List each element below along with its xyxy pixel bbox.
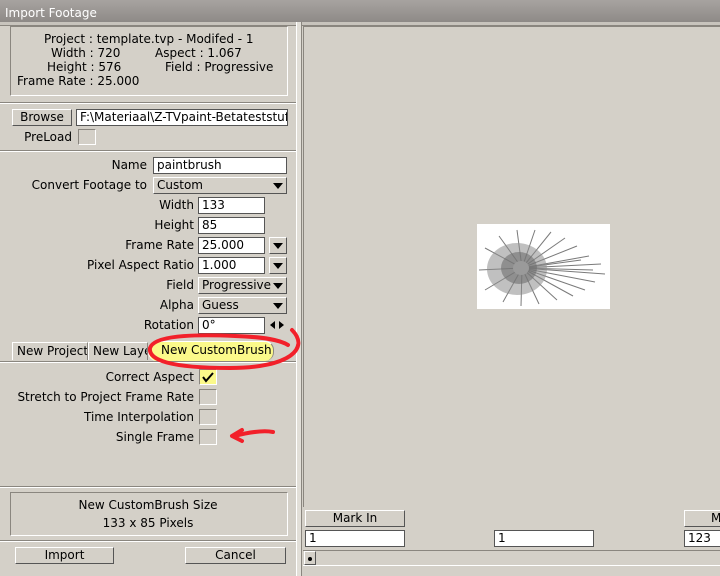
- stretch-frame-rate-checkbox[interactable]: [199, 389, 217, 405]
- pixel-aspect-input[interactable]: 1.000: [198, 257, 265, 274]
- window-titlebar: Import Footage: [0, 0, 720, 22]
- paintbrush-thumbnail: [478, 229, 606, 307]
- frame-rate-dropdown[interactable]: [269, 237, 287, 254]
- pixel-aspect-label: Pixel Aspect Ratio: [87, 258, 194, 272]
- brush-preview: [477, 224, 610, 309]
- project-frame-rate: Frame Rate : 25.000: [17, 74, 140, 88]
- annotation-ellipse: [147, 328, 301, 371]
- chevron-down-icon: [273, 303, 283, 309]
- chevron-down-icon: [273, 263, 283, 269]
- window-title: Import Footage: [5, 6, 97, 20]
- field-select[interactable]: Progressive: [198, 277, 287, 294]
- project-height: Height : 576: [47, 60, 122, 74]
- mark-out-button[interactable]: M: [684, 510, 720, 527]
- alpha-label: Alpha: [159, 298, 194, 312]
- divider: [0, 102, 296, 104]
- mark-out-input[interactable]: 123: [684, 530, 720, 547]
- alpha-value: Guess: [202, 298, 239, 312]
- browse-button[interactable]: Browse: [12, 109, 72, 126]
- name-label: Name: [111, 158, 147, 172]
- cancel-button[interactable]: Cancel: [185, 547, 286, 564]
- chevron-down-icon: [273, 283, 283, 289]
- width-input[interactable]: 133: [198, 197, 265, 214]
- tab-new-layer[interactable]: New Layer: [88, 342, 148, 360]
- chevron-down-icon: [273, 183, 283, 189]
- project-width: Width : 720: [51, 46, 121, 60]
- panel-splitter[interactable]: [296, 22, 302, 576]
- stretch-frame-rate-label: Stretch to Project Frame Rate: [17, 390, 194, 404]
- frame-rate-input[interactable]: 25.000: [198, 237, 265, 254]
- project-aspect: Aspect : 1.067: [155, 46, 242, 60]
- timeline-slider[interactable]: [303, 550, 720, 566]
- alpha-select[interactable]: Guess: [198, 297, 287, 314]
- single-frame-label: Single Frame: [115, 430, 194, 444]
- import-button[interactable]: Import: [15, 547, 114, 564]
- mark-in-button[interactable]: Mark In: [305, 510, 405, 527]
- timeline-slider-handle[interactable]: [304, 551, 316, 565]
- project-field: Field : Progressive: [165, 60, 274, 74]
- annotation-arrow: [230, 428, 275, 443]
- mark-in-input[interactable]: 1: [305, 530, 405, 547]
- convert-footage-select[interactable]: Custom: [153, 177, 287, 194]
- divider: [0, 150, 296, 152]
- preload-label: PreLoad: [24, 130, 72, 144]
- custombrush-size-value: 133 x 85 Pixels: [102, 516, 194, 530]
- height-input[interactable]: 85: [198, 217, 265, 234]
- slider-knob-icon: [308, 557, 312, 561]
- custombrush-size-title: New CustomBrush Size: [78, 498, 218, 512]
- preload-checkbox[interactable]: [78, 129, 96, 145]
- current-frame-input[interactable]: 1: [494, 530, 594, 547]
- single-frame-checkbox[interactable]: [199, 429, 217, 445]
- convert-footage-value: Custom: [157, 178, 203, 192]
- field-label: Field: [166, 278, 194, 292]
- field-value: Progressive: [202, 278, 272, 292]
- name-input[interactable]: paintbrush: [153, 157, 287, 174]
- divider: [0, 486, 296, 488]
- project-name: Project : template.tvp - Modifed - 1: [44, 32, 254, 46]
- frame-rate-label: Frame Rate: [125, 238, 194, 252]
- convert-footage-label: Convert Footage to: [31, 178, 147, 192]
- pixel-aspect-dropdown[interactable]: [269, 257, 287, 274]
- tab-new-project[interactable]: New Project: [12, 342, 88, 360]
- time-interpolation-checkbox[interactable]: [199, 409, 217, 425]
- height-label: Height: [154, 218, 194, 232]
- time-interpolation-label: Time Interpolation: [84, 410, 194, 424]
- chevron-down-icon: [273, 243, 283, 249]
- width-label: Width: [159, 198, 194, 212]
- divider: [0, 540, 296, 542]
- file-path-field[interactable]: F:\Materiaal\Z-TVpaint-Betateststuff\Cu: [76, 109, 288, 126]
